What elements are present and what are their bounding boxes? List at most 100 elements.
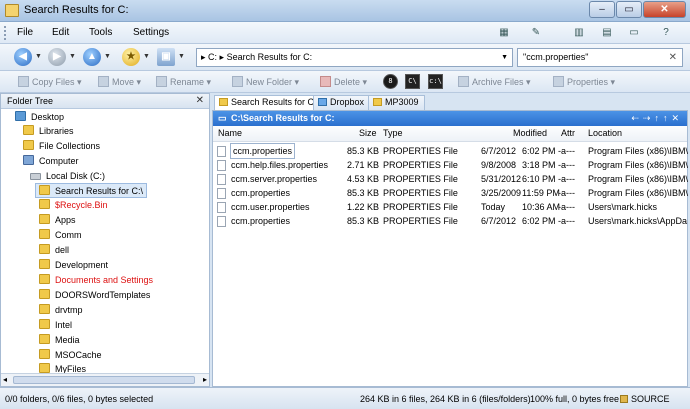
up-icon[interactable]: ▲: [83, 48, 101, 66]
app-8-icon[interactable]: 8: [383, 74, 398, 89]
tree-item-search-results[interactable]: Search Results for C:\: [35, 183, 148, 198]
file-location: Program Files (x86)\IBM\: [588, 146, 689, 156]
file-attr: -a---: [558, 146, 575, 156]
folder-icon: [373, 98, 382, 106]
tree-item-msocache[interactable]: MSOCache: [39, 348, 102, 363]
file-row[interactable]: ccm.properties 85.3 KB PROPERTIES File 6/7/…: [213, 214, 687, 228]
file-row[interactable]: ccm.server.properties 4.53 KB PROPERTIES F…: [213, 172, 688, 186]
file-name: ccm.properties: [231, 216, 291, 226]
close-button[interactable]: ✕: [643, 1, 686, 18]
tree-item-development[interactable]: Development: [39, 258, 108, 273]
file-row[interactable]: ccm.properties 85.3 KB PROPERTIES File 6/7/…: [213, 143, 689, 159]
copy-files-button[interactable]: Copy Files ▾: [18, 76, 82, 88]
file-location: Users\mark.hicks: [588, 202, 658, 212]
forward-icon[interactable]: ▶: [48, 48, 66, 66]
menu-edit[interactable]: Edit: [52, 27, 69, 38]
properties-button[interactable]: Properties ▾: [553, 76, 615, 88]
column-name[interactable]: Name: [218, 128, 242, 138]
forward-dropdown-icon[interactable]: ▼: [69, 53, 76, 60]
tree-item-local-disk[interactable]: Local Disk (C:): [30, 169, 105, 184]
file-type: PROPERTIES File: [383, 202, 458, 212]
tree-item-documents-and-settings[interactable]: Documents and Settings: [39, 273, 153, 288]
view-icon[interactable]: ▭: [623, 25, 645, 41]
computer-icon: [23, 155, 34, 165]
file-row[interactable]: ccm.user.properties 1.22 KB PROPERTIES Fil…: [213, 200, 687, 214]
breadcrumb-root[interactable]: C:: [208, 52, 217, 62]
folder-icon: [39, 229, 50, 239]
minimize-button[interactable]: –: [589, 1, 615, 18]
command-prompt-icon[interactable]: c:\: [428, 74, 443, 89]
menu-settings[interactable]: Settings: [133, 27, 169, 38]
file-type: PROPERTIES File: [383, 216, 458, 226]
tree-item-libraries[interactable]: Libraries: [23, 124, 74, 139]
rename-button[interactable]: Rename ▾: [156, 76, 211, 88]
tree-item-doorswordtemplates[interactable]: DOORSWordTemplates: [39, 288, 150, 303]
folder-tree-title: Folder Tree: [7, 96, 54, 106]
tab-dropbox[interactable]: Dropbox: [313, 95, 371, 110]
folder-icon: [23, 125, 34, 135]
back-icon[interactable]: ◀: [14, 48, 32, 66]
tree-item-drvtmp[interactable]: drvtmp: [39, 303, 83, 318]
delete-button[interactable]: Delete ▾: [320, 76, 367, 88]
tree-item-dell[interactable]: dell: [39, 243, 69, 258]
favorites-dropdown-icon[interactable]: ▼: [143, 53, 150, 60]
move-button[interactable]: Move ▾: [98, 76, 141, 88]
tab-mp3009[interactable]: MP3009: [368, 95, 425, 110]
up-dropdown-icon[interactable]: ▼: [104, 53, 111, 60]
computer-dropdown-icon[interactable]: ▼: [178, 53, 185, 60]
new-folder-button[interactable]: New Folder ▾: [232, 76, 299, 88]
column-attr[interactable]: Attr: [561, 128, 575, 138]
scroll-left-icon[interactable]: ◂: [3, 375, 7, 384]
menu-tools[interactable]: Tools: [89, 27, 112, 38]
file-time: 6:02 PM: [522, 146, 556, 156]
file-date: 3/25/2009: [481, 188, 522, 198]
tree-horizontal-scrollbar[interactable]: ◂ ▸: [1, 373, 209, 386]
pane-path-bar: ▭ C:\Search Results for C: ⇠⇢↑↑✕: [213, 111, 687, 126]
tree-item-recycle-bin[interactable]: $Recycle.Bin: [39, 198, 108, 213]
tab-search-results[interactable]: Search Results for C:: [214, 95, 323, 110]
column-modified[interactable]: Modified: [513, 128, 547, 138]
menu-file[interactable]: File: [17, 27, 33, 38]
scrollbar-thumb[interactable]: [13, 376, 195, 384]
scroll-right-icon[interactable]: ▸: [203, 375, 207, 384]
layout-icon[interactable]: ▦: [493, 25, 515, 41]
folder-icon: [39, 319, 50, 329]
tree-item-intel[interactable]: Intel: [39, 318, 72, 333]
folder-icon: [39, 199, 50, 209]
archive-files-button[interactable]: Archive Files ▾: [458, 76, 531, 88]
file-attr: -a---: [558, 160, 575, 170]
file-row[interactable]: ccm.properties 85.3 KB PROPERTIES File 3/25…: [213, 186, 688, 200]
window-title: Search Results for C:: [24, 4, 129, 16]
computer-icon[interactable]: ▣: [157, 48, 175, 66]
column-location[interactable]: Location: [588, 128, 622, 138]
console-icon[interactable]: C\: [405, 74, 420, 89]
panes-icon[interactable]: ▥: [568, 25, 590, 41]
close-pane-icon[interactable]: ✕: [196, 94, 204, 108]
columns-icon[interactable]: ▤: [596, 25, 618, 41]
favorites-star-icon[interactable]: ★: [122, 48, 140, 66]
back-dropdown-icon[interactable]: ▼: [35, 53, 42, 60]
help-icon[interactable]: ?: [655, 25, 677, 41]
address-input[interactable]: ▸ C: ▸ Search Results for C: ▼: [196, 48, 513, 67]
tree-item-comm[interactable]: Comm: [39, 228, 82, 243]
toolbar-grip[interactable]: [4, 26, 7, 40]
column-size[interactable]: Size: [359, 128, 377, 138]
maximize-button[interactable]: ▭: [616, 1, 642, 18]
column-type[interactable]: Type: [383, 128, 403, 138]
tree-item-desktop[interactable]: Desktop: [15, 110, 64, 125]
title-bar: Search Results for C: – ▭ ✕: [0, 0, 690, 22]
tree-item-file-collections[interactable]: File Collections: [23, 139, 100, 154]
file-row[interactable]: ccm.help.files.properties 2.71 KB PROPERTI…: [213, 158, 688, 172]
status-disk: 100% full, 0 bytes free: [530, 394, 620, 404]
tree-item-apps[interactable]: Apps: [39, 213, 76, 228]
breadcrumb-leaf[interactable]: Search Results for C:: [227, 52, 313, 62]
address-dropdown-icon[interactable]: ▼: [501, 49, 508, 66]
tree-item-media[interactable]: Media: [39, 333, 80, 348]
window-controls: – ▭ ✕: [588, 1, 686, 18]
clear-search-icon[interactable]: ✕: [669, 49, 677, 66]
pane-nav-arrows-icon[interactable]: ⇠⇢↑↑✕: [631, 111, 683, 126]
tree-item-computer[interactable]: Computer: [23, 154, 79, 169]
edit-icon[interactable]: ✎: [525, 25, 547, 41]
breadcrumb-sep-icon: ▸: [219, 52, 227, 62]
search-input[interactable]: "ccm.properties" ✕: [517, 48, 683, 67]
